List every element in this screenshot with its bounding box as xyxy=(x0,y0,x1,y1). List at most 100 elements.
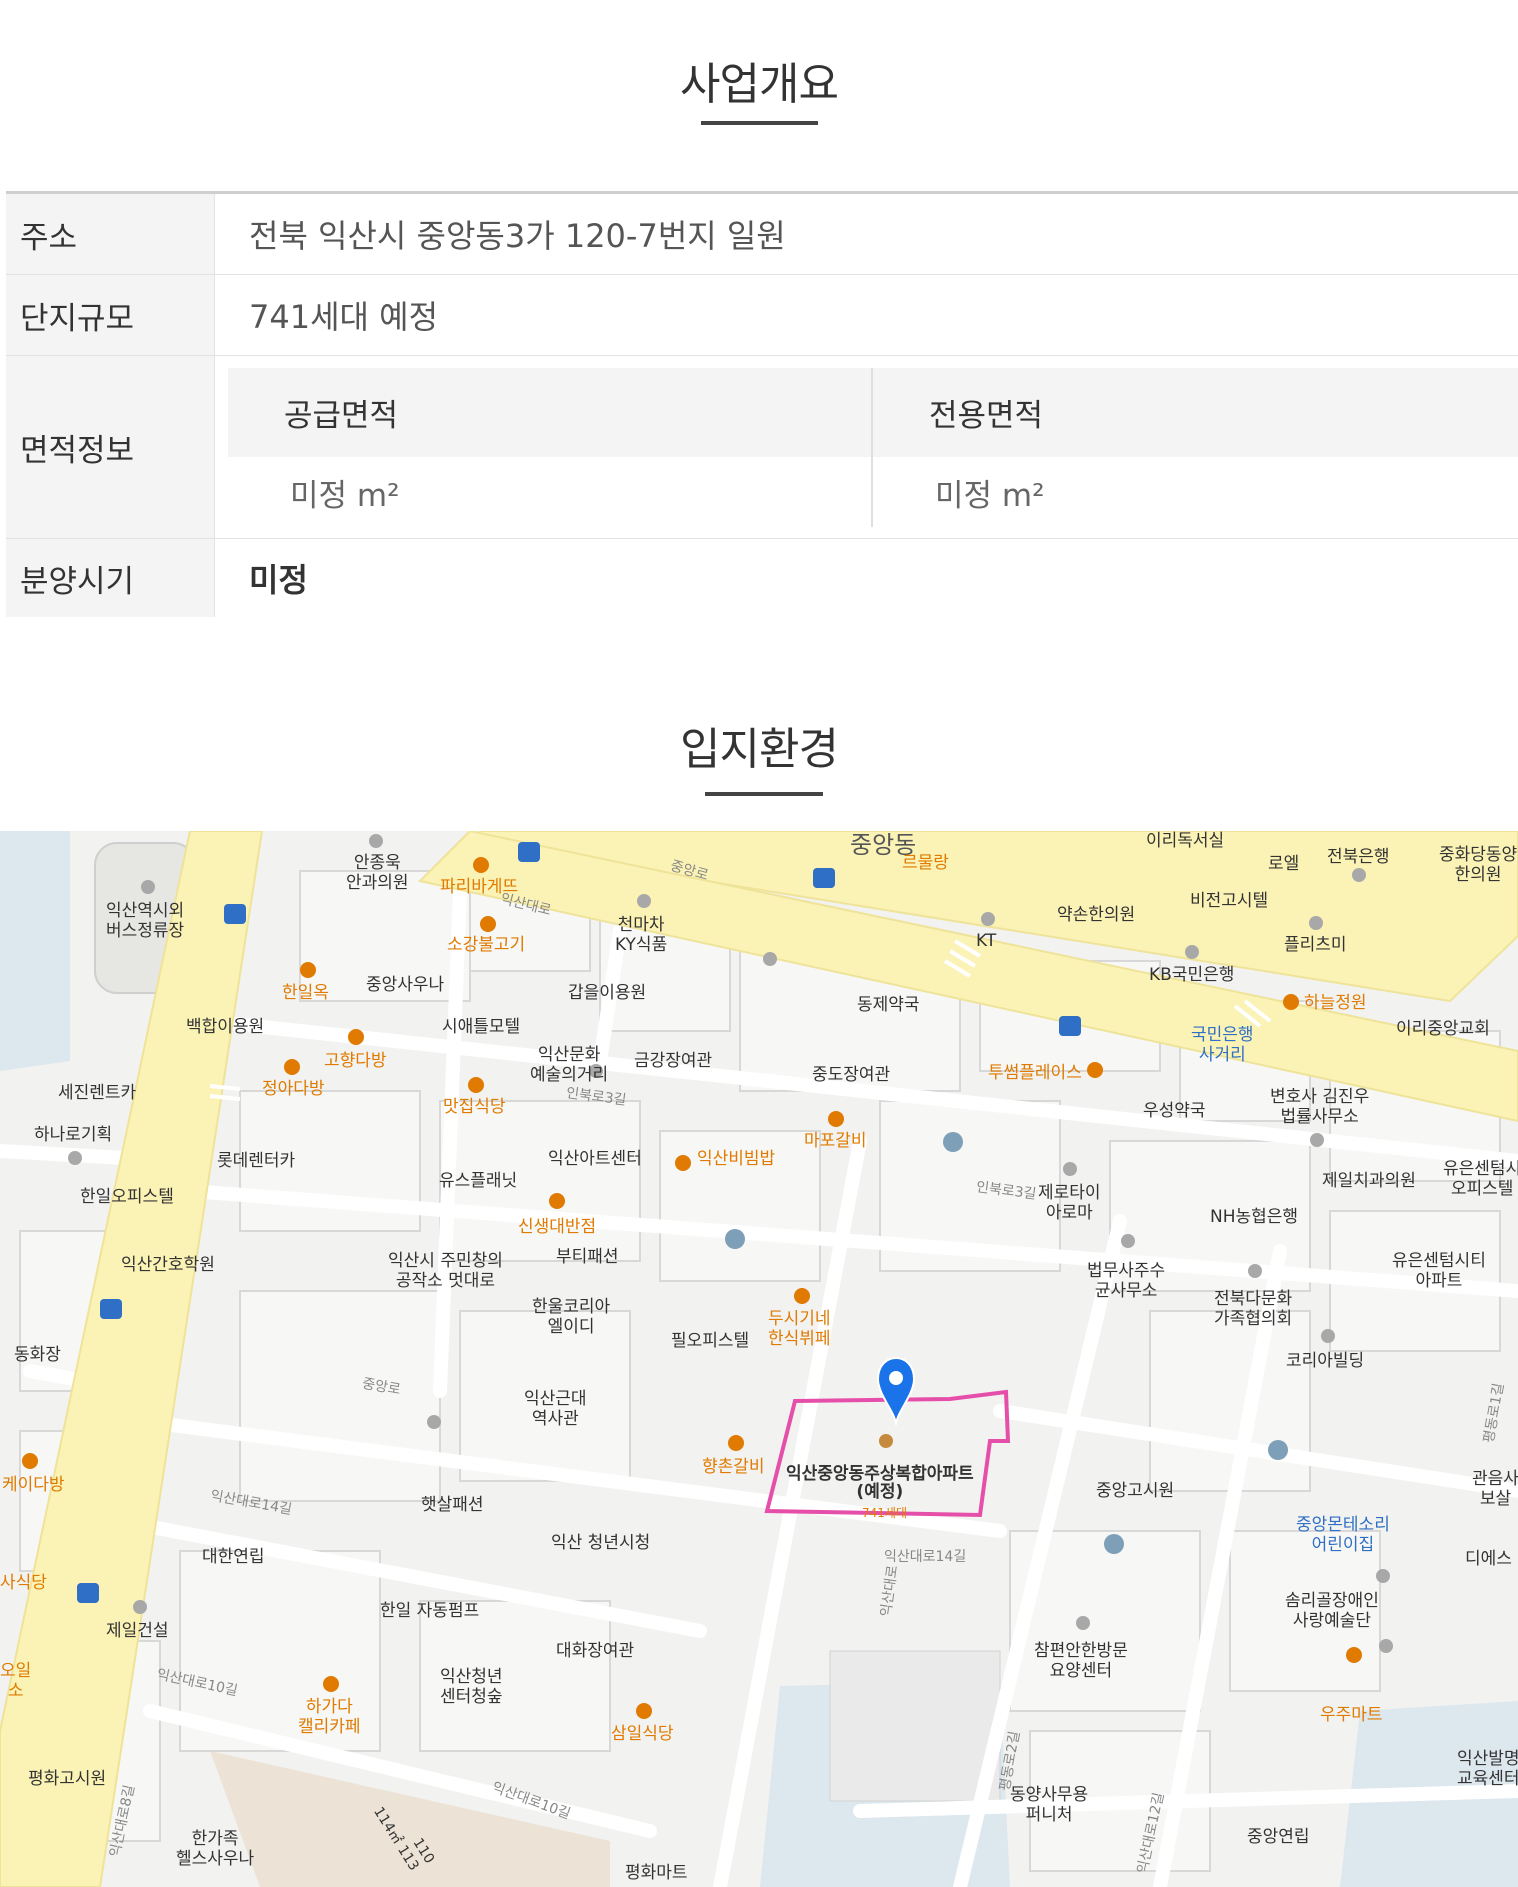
map-place[interactable]: 한일옥 xyxy=(282,983,329,1003)
map-place[interactable]: KB국민은행 xyxy=(1149,965,1234,985)
map-place[interactable]: 참편안한방문 요양센터 xyxy=(1034,1641,1128,1681)
location-map[interactable]: 안종욱 안과의원 파리바게뜨 익산역시외 버스정류장 소강불고기 천마차 KY식품 중… xyxy=(0,831,1518,1887)
map-place[interactable]: 솜리골장애인 사랑예술단 xyxy=(1285,1591,1379,1631)
map-place[interactable]: 향촌갈비 xyxy=(702,1457,765,1477)
map-place[interactable]: 제일치과의원 xyxy=(1322,1171,1416,1191)
map-place[interactable]: 하늘정원 xyxy=(1304,993,1367,1013)
map-place[interactable]: 익산역시외 버스정류장 xyxy=(106,901,184,941)
row-sale-period: 분양시기 미정 xyxy=(6,539,1518,617)
map-place[interactable]: 제일건설 xyxy=(106,1621,169,1641)
supply-area-label: 공급면적 xyxy=(228,368,873,457)
map-place[interactable]: 르물랑 xyxy=(902,853,949,873)
map-place[interactable]: 익산 청년시청 xyxy=(551,1533,650,1553)
map-place[interactable]: 한울코리아 엘이디 xyxy=(532,1297,610,1337)
map-place[interactable]: 한일 자동펌프 xyxy=(380,1601,479,1621)
map-place[interactable]: 코리아빌딩 xyxy=(1286,1351,1364,1371)
map-place[interactable]: 유은센텀시티 아파트 xyxy=(1392,1251,1486,1291)
map-place[interactable]: NH농협은행 xyxy=(1210,1207,1298,1227)
map-place[interactable]: 중화당동양 한의원 xyxy=(1439,845,1517,885)
map-place[interactable]: 전북다문화 가족협의회 xyxy=(1214,1289,1292,1329)
map-place[interactable]: 익산문화 예술의거리 xyxy=(530,1045,608,1085)
map-place[interactable]: 동제약국 xyxy=(857,995,920,1015)
map-place[interactable]: 두시기네 한식뷔페 xyxy=(768,1309,831,1349)
target-complex-label[interactable]: 익산중앙동주상복합아파트 (예정) xyxy=(786,1465,974,1501)
map-place[interactable]: 투썸플레이스 xyxy=(988,1063,1082,1083)
map-place[interactable]: 유스플래닛 xyxy=(439,1171,517,1191)
map-place[interactable]: 제로타이 아로마 xyxy=(1038,1183,1101,1223)
map-place[interactable]: 비전고시텔 xyxy=(1190,891,1268,911)
map-place[interactable]: 이리중앙교회 xyxy=(1396,1019,1490,1039)
map-place[interactable]: 이리독서실 xyxy=(1146,831,1224,851)
map-place[interactable]: 하가다 캘리카페 xyxy=(298,1697,361,1737)
map-place[interactable]: 익산아트센터 xyxy=(548,1149,642,1169)
map-place[interactable]: 정아다방 xyxy=(262,1079,325,1099)
area-subtable: 공급면적 전용면적 미정 m² 미정 m² xyxy=(215,356,1518,538)
map-place[interactable]: 고향다방 xyxy=(324,1051,387,1071)
map-place[interactable]: 하나로기획 xyxy=(34,1125,112,1145)
map-place[interactable]: 시애틀모텔 xyxy=(442,1017,520,1037)
map-place[interactable]: 한가족 헬스사우나 xyxy=(176,1829,254,1869)
map-place[interactable]: 대화장여관 xyxy=(556,1641,634,1661)
map-place[interactable]: 중앙동 xyxy=(850,833,916,857)
map-place[interactable]: 소강불고기 xyxy=(447,935,525,955)
map-place[interactable]: 천마차 KY식품 xyxy=(615,915,667,955)
supply-area-value: 미정 m² xyxy=(228,457,873,527)
location-title: 입지환경 xyxy=(680,724,839,775)
map-place[interactable]: 우주마트 xyxy=(1320,1705,1383,1725)
map-place[interactable]: 평화고시원 xyxy=(28,1769,106,1789)
map-place[interactable]: 중도장여관 xyxy=(812,1065,890,1085)
map-place[interactable]: 햇살패션 xyxy=(421,1495,484,1515)
map-place[interactable]: 유은센텀시 오피스텔 xyxy=(1443,1159,1518,1199)
map-place[interactable]: 전북은행 xyxy=(1327,847,1390,867)
map-place[interactable]: 디에스 xyxy=(1465,1549,1512,1569)
map-place[interactable]: 필오피스텔 xyxy=(671,1331,749,1351)
map-place[interactable]: 법무사주수 균사무소 xyxy=(1087,1261,1165,1301)
row-complex-size: 단지규모 741세대 예정 xyxy=(6,275,1518,356)
map-place[interactable]: 평화마트 xyxy=(625,1863,688,1883)
map-place[interactable]: 동양사무용 퍼니처 xyxy=(1010,1785,1088,1825)
map-place[interactable]: 익산청년 센터청숲 xyxy=(440,1667,503,1707)
map-place[interactable]: 중앙몬테소리 어린이집 xyxy=(1296,1515,1390,1555)
map-place[interactable]: 백합이용원 xyxy=(186,1017,264,1037)
exclusive-area-value: 미정 m² xyxy=(935,477,1045,514)
map-place[interactable]: 세진렌트카 xyxy=(58,1083,136,1103)
map-place[interactable]: 신생대반점 xyxy=(518,1217,596,1237)
overview-title: 사업개요 xyxy=(680,59,839,110)
map-place[interactable]: 한일오피스텔 xyxy=(80,1187,174,1207)
map-place[interactable]: 중앙사우나 xyxy=(366,975,444,995)
map-place[interactable]: 오일 소 xyxy=(0,1661,31,1701)
map-place[interactable]: 변호사 김진우 법률사무소 xyxy=(1270,1087,1369,1127)
map-place[interactable]: 중앙연립 xyxy=(1247,1827,1310,1847)
map-place[interactable]: 익산비빔밥 xyxy=(697,1149,775,1169)
map-place[interactable]: 맛집식당 xyxy=(443,1097,506,1117)
map-place[interactable]: 익산발명 교육센터 xyxy=(1457,1749,1518,1789)
map-place[interactable]: 익산시 주민창의 공작소 멋대로 xyxy=(388,1251,503,1291)
map-place[interactable]: 삼일식당 xyxy=(611,1724,674,1744)
area-head-row: 공급면적 전용면적 xyxy=(228,368,1518,457)
map-place[interactable]: 롯데렌터카 xyxy=(217,1151,295,1171)
map-place[interactable]: KT xyxy=(976,931,996,951)
map-place[interactable]: 마포갈비 xyxy=(804,1131,867,1151)
map-place[interactable]: 대한연립 xyxy=(202,1547,265,1567)
complex-size-label: 단지규모 xyxy=(6,275,215,355)
map-place[interactable]: 사식당 xyxy=(0,1573,47,1593)
map-place[interactable]: 익산간호학원 xyxy=(121,1255,215,1275)
exclusive-area-label: 전용면적 xyxy=(929,398,1044,434)
map-place[interactable]: 약손한의원 xyxy=(1057,905,1135,925)
map-place[interactable]: 중앙고시원 xyxy=(1096,1481,1174,1501)
map-place[interactable]: 플리츠미 xyxy=(1284,935,1347,955)
map-place[interactable]: 관음사 보살 xyxy=(1472,1469,1518,1509)
map-place[interactable]: 안종욱 안과의원 xyxy=(346,853,409,893)
map-place[interactable]: 익산근대 역사관 xyxy=(524,1389,587,1429)
row-address: 주소 전북 익산시 중앙동3가 120-7번지 일원 xyxy=(6,194,1518,275)
map-place[interactable]: 동화장 xyxy=(14,1345,61,1365)
map-place[interactable]: 부티패션 xyxy=(556,1247,619,1267)
map-place[interactable]: 로엘 xyxy=(1268,854,1299,874)
map-place[interactable]: 국민은행 사거리 xyxy=(1191,1025,1254,1065)
map-place[interactable]: 갑을이용원 xyxy=(568,983,646,1003)
map-place[interactable]: 케이다방 xyxy=(2,1475,65,1495)
overview-table: 주소 전북 익산시 중앙동3가 120-7번지 일원 단지규모 741세대 예정… xyxy=(6,191,1518,617)
sale-period-value: 미정 xyxy=(249,561,308,599)
map-place[interactable]: 우성약국 xyxy=(1143,1101,1206,1121)
map-place[interactable]: 금강장여관 xyxy=(634,1051,712,1071)
